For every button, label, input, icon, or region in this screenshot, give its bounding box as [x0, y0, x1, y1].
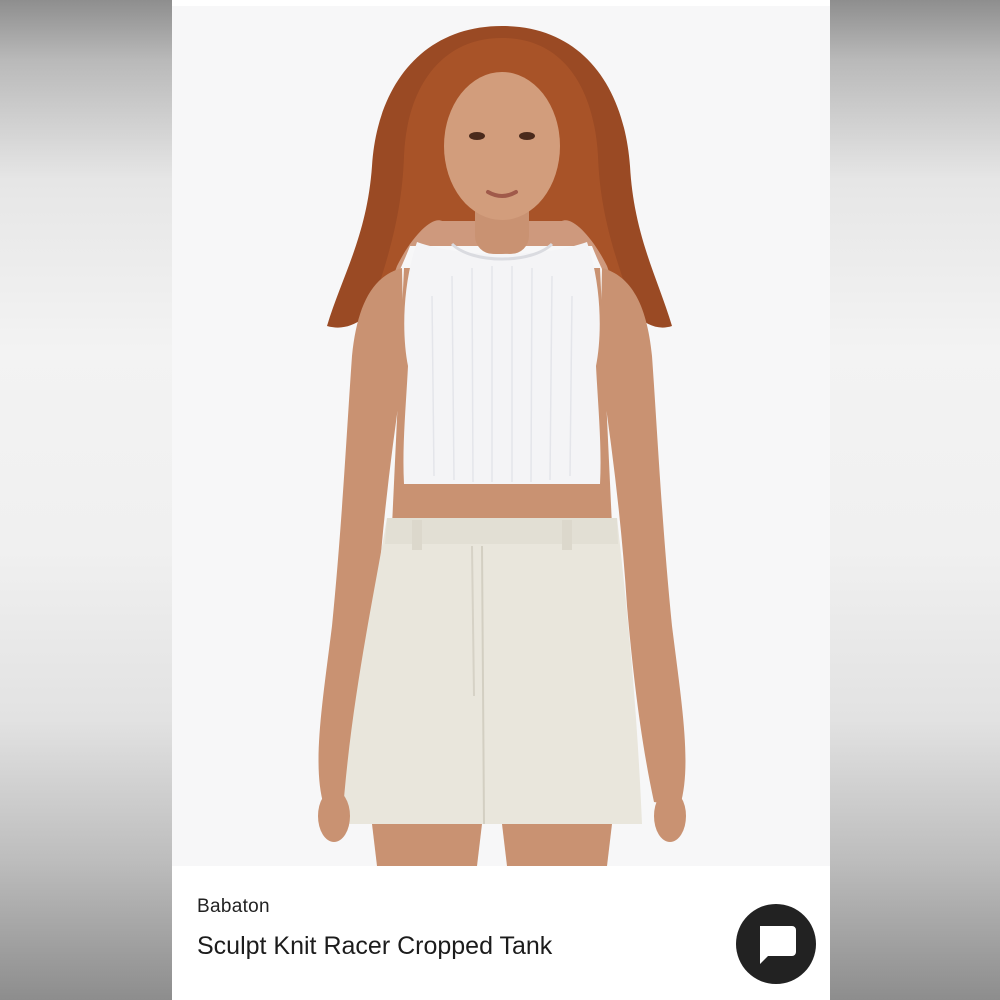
chat-bubble-icon	[760, 926, 796, 964]
model-illustration	[318, 26, 686, 866]
product-card: Babaton Sculpt Knit Racer Cropped Tank	[172, 0, 830, 1000]
left-blurred-panel	[0, 0, 172, 1000]
brand-name[interactable]: Babaton	[197, 896, 270, 918]
product-image[interactable]	[172, 6, 830, 866]
product-title[interactable]: Sculpt Knit Racer Cropped Tank	[197, 926, 577, 966]
chat-button[interactable]	[736, 904, 816, 984]
right-blurred-panel	[830, 0, 1000, 1000]
product-info: Babaton Sculpt Knit Racer Cropped Tank	[172, 866, 830, 1000]
screen: Babaton Sculpt Knit Racer Cropped Tank	[0, 0, 1000, 1000]
